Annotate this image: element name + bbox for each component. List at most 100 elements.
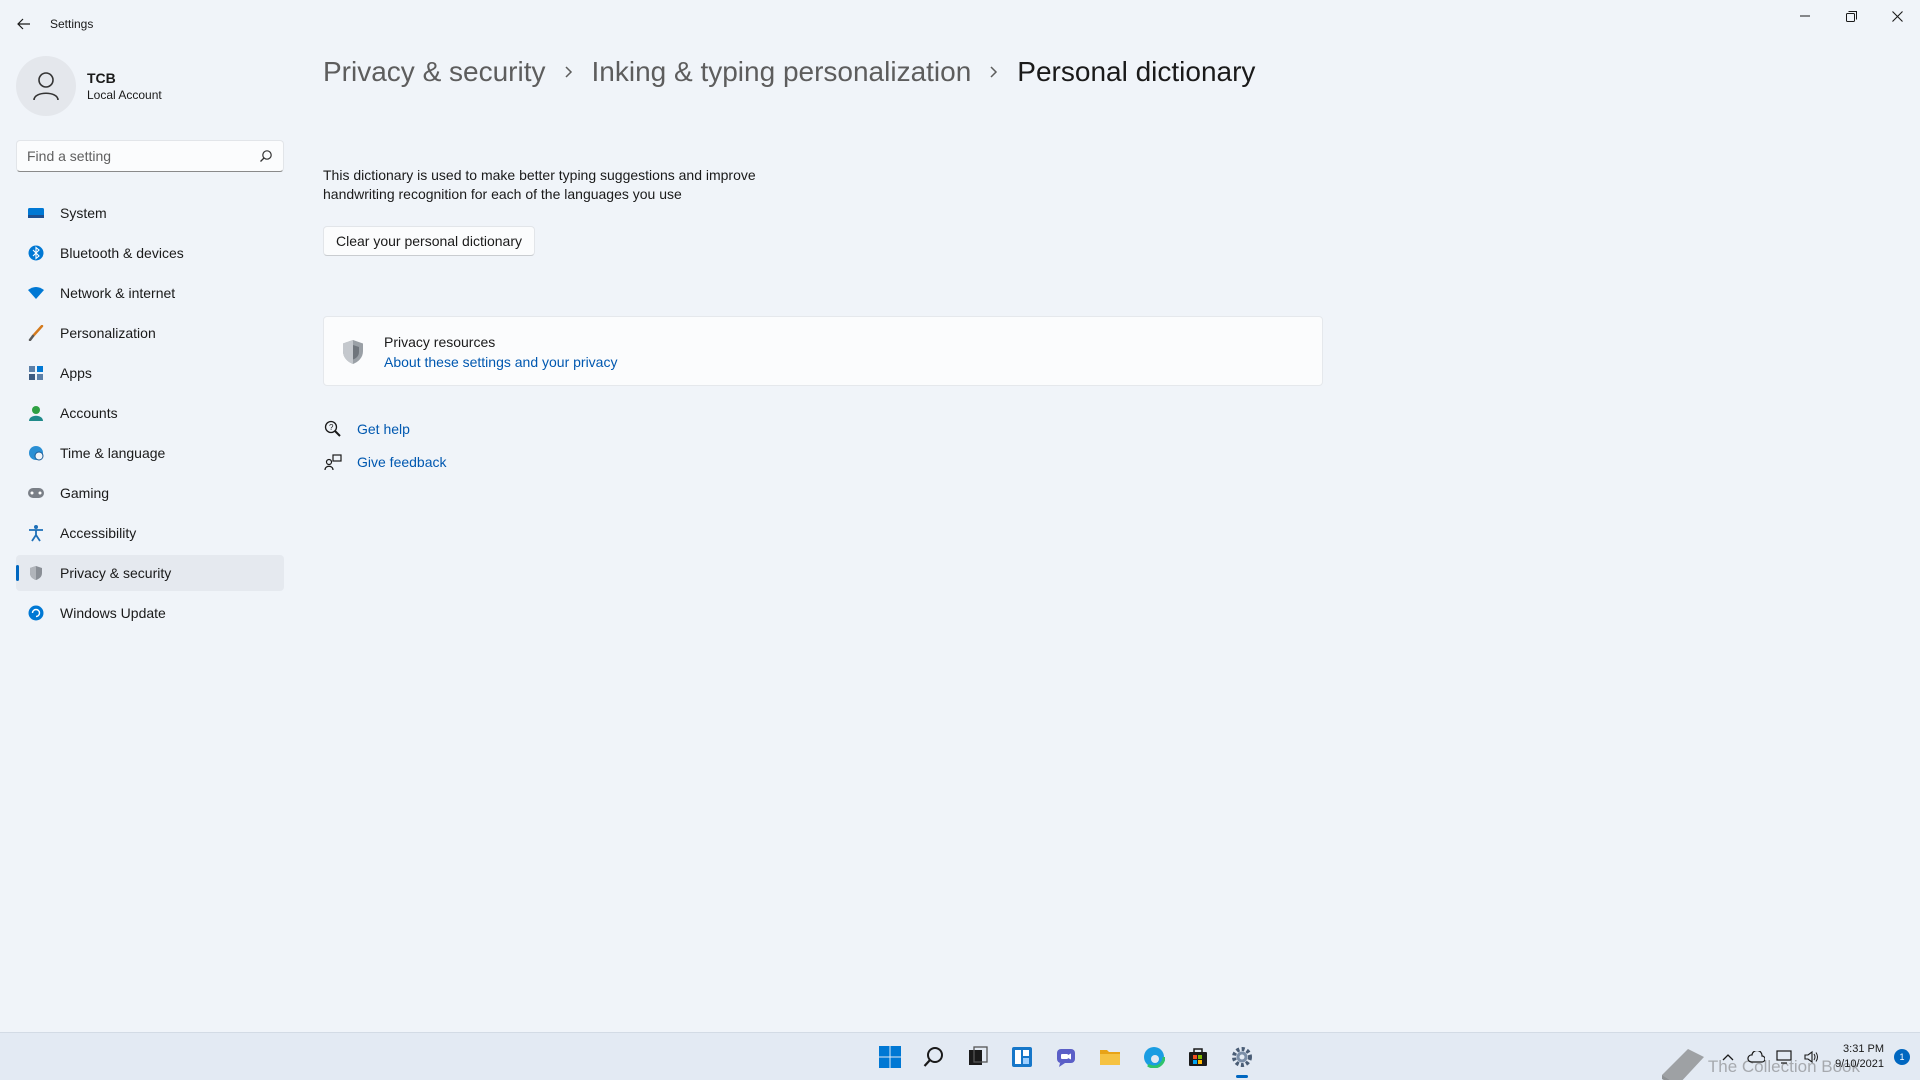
sidebar-item-label: Windows Update [60,605,166,621]
settings-icon [1232,1047,1252,1067]
chevron-right-icon [564,65,574,79]
sidebar-item-label: Network & internet [60,285,176,301]
sidebar-item-label: Privacy & security [60,565,172,581]
clear-dictionary-button[interactable]: Clear your personal dictionary [323,226,535,256]
start-button[interactable] [868,1035,912,1079]
tray-overflow-button[interactable] [1717,1046,1739,1068]
privacy-settings-link[interactable]: About these settings and your privacy [384,354,617,370]
wifi-icon [26,283,46,303]
sidebar-item-label: Accessibility [60,525,137,541]
sidebar: TCB Local Account System Bluetooth & dev… [0,48,300,1032]
file-explorer-icon [1100,1050,1120,1065]
sidebar-item-time-language[interactable]: Time & language [16,435,284,471]
restore-button[interactable] [1828,0,1874,32]
give-feedback-row: Give feedback [323,451,447,473]
sidebar-item-label: Accounts [60,405,118,421]
search-icon [923,1047,943,1067]
store-button[interactable] [1176,1035,1220,1079]
sidebar-item-gaming[interactable]: Gaming [16,475,284,511]
shield-icon [26,563,46,583]
volume-icon [1804,1050,1819,1064]
sidebar-item-bluetooth[interactable]: Bluetooth & devices [16,235,284,271]
app-title: Settings [50,17,94,31]
volume-button[interactable] [1801,1046,1823,1068]
notification-badge[interactable]: 1 [1894,1049,1910,1065]
svg-text:?: ? [329,423,334,432]
taskbar-apps [868,1033,1264,1080]
privacy-resources-card: Privacy resources About these settings a… [323,316,1323,386]
sidebar-item-windows-update[interactable]: Windows Update [16,595,284,631]
get-help-link[interactable]: Get help [357,421,410,437]
file-explorer-button[interactable] [1088,1035,1132,1079]
breadcrumb-privacy-security[interactable]: Privacy & security [323,56,546,88]
search-box [16,140,284,172]
book-icon [1661,1049,1704,1080]
profile-account-type: Local Account [87,88,162,102]
widgets-icon [1012,1047,1032,1067]
breadcrumb-inking-typing[interactable]: Inking & typing personalization [592,56,972,88]
sidebar-item-label: Personalization [60,325,156,341]
system-icon [26,203,46,223]
sidebar-item-accessibility[interactable]: Accessibility [16,515,284,551]
shield-icon [343,340,363,364]
onedrive-button[interactable] [1745,1046,1767,1068]
user-icon [33,72,59,101]
chevron-up-icon [1722,1054,1734,1061]
sidebar-item-label: Gaming [60,485,110,501]
profile-text: TCB Local Account [87,70,162,102]
accounts-icon [26,403,46,423]
chat-button[interactable] [1044,1035,1088,1079]
minimize-button[interactable] [1782,0,1828,32]
page-title: Personal dictionary [1017,56,1256,87]
search-icon[interactable] [259,149,273,163]
clock-time: 3:31 PM [1843,1043,1884,1055]
start-icon [879,1046,901,1068]
clock-date: 9/10/2021 [1835,1058,1884,1070]
settings-window: Settings TCB Local Account Find a settin… [0,0,1920,1032]
get-help-row: ? Get help [323,418,447,440]
close-icon [1891,10,1903,22]
back-arrow-icon [17,18,30,30]
sidebar-item-apps[interactable]: Apps [16,355,284,391]
store-icon [1189,1048,1207,1066]
profile-name: TCB [87,70,116,86]
close-button[interactable] [1874,0,1920,32]
settings-app-button[interactable] [1220,1035,1264,1079]
apps-icon [26,363,46,383]
sidebar-item-personalization[interactable]: Personalization [16,315,284,351]
bluetooth-icon [26,243,46,263]
restore-icon [1845,10,1857,22]
privacy-resources-title: Privacy resources [384,334,496,350]
title-bar: Settings [0,0,1920,48]
sidebar-item-system[interactable]: System [16,195,284,231]
sidebar-item-network[interactable]: Network & internet [16,275,284,311]
clock[interactable]: 3:31 PM 9/10/2021 [1835,1042,1884,1072]
gamepad-icon [26,483,46,503]
sidebar-item-label: Apps [60,365,92,381]
task-view-button[interactable] [956,1035,1000,1079]
sidebar-item-label: Time & language [60,445,166,461]
sidebar-item-label: System [60,205,107,221]
sidebar-item-privacy-security[interactable]: Privacy & security [16,555,284,591]
network-button[interactable] [1773,1046,1795,1068]
chat-icon [1057,1049,1075,1067]
edge-button[interactable] [1132,1035,1176,1079]
sidebar-item-accounts[interactable]: Accounts [16,395,284,431]
accessibility-icon [26,523,46,543]
window-controls [1782,0,1920,32]
selection-indicator [16,565,19,581]
chevron-right-icon [989,65,999,79]
page-description: This dictionary is used to make better t… [323,167,756,202]
minimize-icon [1800,15,1810,17]
give-feedback-link[interactable]: Give feedback [357,454,447,470]
edge-icon [1143,1046,1165,1068]
search-input[interactable] [17,141,247,171]
avatar [16,56,76,116]
widgets-button[interactable] [1000,1035,1044,1079]
cloud-icon [1747,1051,1766,1063]
globe-clock-icon [26,443,46,463]
user-profile[interactable]: TCB Local Account [16,56,162,116]
back-button[interactable] [10,12,38,36]
taskbar-search-button[interactable] [912,1035,956,1079]
brush-icon [26,323,46,343]
